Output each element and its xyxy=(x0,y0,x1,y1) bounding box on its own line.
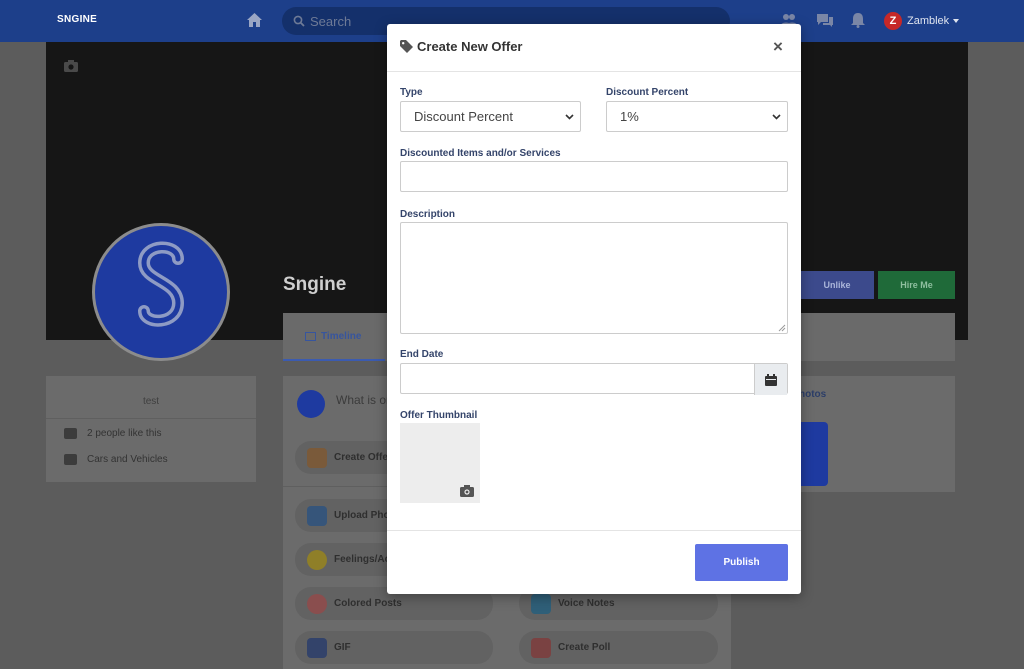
type-select-value: Discount Percent xyxy=(414,109,513,124)
smiley-icon xyxy=(307,549,327,570)
end-date-input[interactable] xyxy=(400,363,788,395)
brand-logo[interactable]: SNGINE xyxy=(57,14,97,25)
gif-icon xyxy=(307,637,327,658)
about-title: test xyxy=(142,396,160,407)
chevron-down-icon xyxy=(772,114,781,120)
category-text: Cars and Vehicles xyxy=(87,454,168,465)
composer-avatar xyxy=(297,390,325,418)
likes-row: 2 people like this xyxy=(64,428,162,439)
calendar-icon xyxy=(765,373,777,386)
create-offer-label: Create Offe xyxy=(334,452,388,463)
modal-header: Create New Offer × xyxy=(387,24,801,72)
likes-text: 2 people like this xyxy=(87,428,162,439)
home-icon[interactable] xyxy=(246,12,263,28)
photos-title[interactable]: hotos xyxy=(799,389,826,400)
description-label: Description xyxy=(400,209,456,220)
hire-me-button[interactable]: Hire Me xyxy=(878,271,955,299)
tab-timeline-label: Timeline xyxy=(321,330,362,342)
search-placeholder: Search xyxy=(310,14,352,29)
gif-button[interactable]: GIF xyxy=(295,631,493,664)
notifications-icon[interactable] xyxy=(849,12,867,28)
search-icon xyxy=(293,15,305,27)
user-avatar: Z xyxy=(884,12,902,30)
profile-name: Sngine xyxy=(283,274,347,295)
about-card: test 2 people like this Cars and Vehicle… xyxy=(46,376,256,482)
bar-chart-icon xyxy=(531,637,551,658)
unlike-button[interactable]: Unlike xyxy=(800,271,874,299)
gif-label: GIF xyxy=(334,642,351,653)
chevron-down-icon xyxy=(565,114,574,120)
type-label: Type xyxy=(400,87,423,98)
category-row[interactable]: Cars and Vehicles xyxy=(64,454,168,465)
user-name: Zamblek xyxy=(907,15,950,27)
microphone-icon xyxy=(531,593,551,614)
offer-thumbnail-upload[interactable] xyxy=(400,423,480,503)
discount-percent-label: Discount Percent xyxy=(606,87,689,98)
divider xyxy=(46,418,256,419)
tab-timeline[interactable]: Timeline xyxy=(283,313,385,361)
modal-title: Create New Offer xyxy=(417,39,523,54)
camera-icon xyxy=(307,505,327,526)
shopping-bag-icon xyxy=(307,447,327,468)
end-date-label: End Date xyxy=(400,349,444,360)
camera-icon[interactable] xyxy=(64,60,78,72)
discounted-items-input[interactable] xyxy=(400,161,788,192)
timeline-icon xyxy=(305,331,316,341)
user-menu[interactable]: Z Zamblek xyxy=(884,11,960,31)
create-offer-modal: Create New Offer × Type Discount Percent… xyxy=(387,24,801,594)
publish-button[interactable]: Publish xyxy=(695,544,788,581)
description-textarea[interactable] xyxy=(400,222,788,334)
discount-percent-select[interactable]: 1% xyxy=(606,101,788,132)
resize-handle-icon[interactable] xyxy=(778,324,786,332)
flower-icon xyxy=(307,593,327,614)
sngine-logo-icon xyxy=(137,241,185,327)
photo-thumbnail[interactable] xyxy=(797,422,828,486)
create-poll-button[interactable]: Create Poll xyxy=(519,631,718,664)
composer-placeholder[interactable]: What is on xyxy=(336,393,393,407)
type-select[interactable]: Discount Percent xyxy=(400,101,581,132)
modal-footer-divider xyxy=(387,530,801,531)
tag-icon xyxy=(400,40,413,53)
voice-notes-label: Voice Notes xyxy=(558,598,615,609)
camera-icon[interactable] xyxy=(460,485,474,497)
discount-percent-value: 1% xyxy=(620,109,639,124)
close-icon[interactable]: × xyxy=(773,37,783,57)
messages-icon[interactable] xyxy=(816,12,834,28)
caret-down-icon xyxy=(953,19,960,23)
tag-icon xyxy=(64,454,77,465)
upload-photo-label: Upload Pho xyxy=(334,510,390,521)
calendar-button[interactable] xyxy=(754,364,787,395)
offer-thumbnail-label: Offer Thumbnail xyxy=(400,410,478,421)
create-poll-label: Create Poll xyxy=(558,642,611,653)
photos-card: hotos xyxy=(783,376,955,492)
thumbs-up-icon xyxy=(64,428,77,439)
feelings-label: Feelings/Ac xyxy=(334,554,391,565)
discounted-items-label: Discounted Items and/or Services xyxy=(400,148,561,159)
profile-avatar[interactable] xyxy=(92,223,230,361)
colored-posts-label: Colored Posts xyxy=(334,598,402,609)
